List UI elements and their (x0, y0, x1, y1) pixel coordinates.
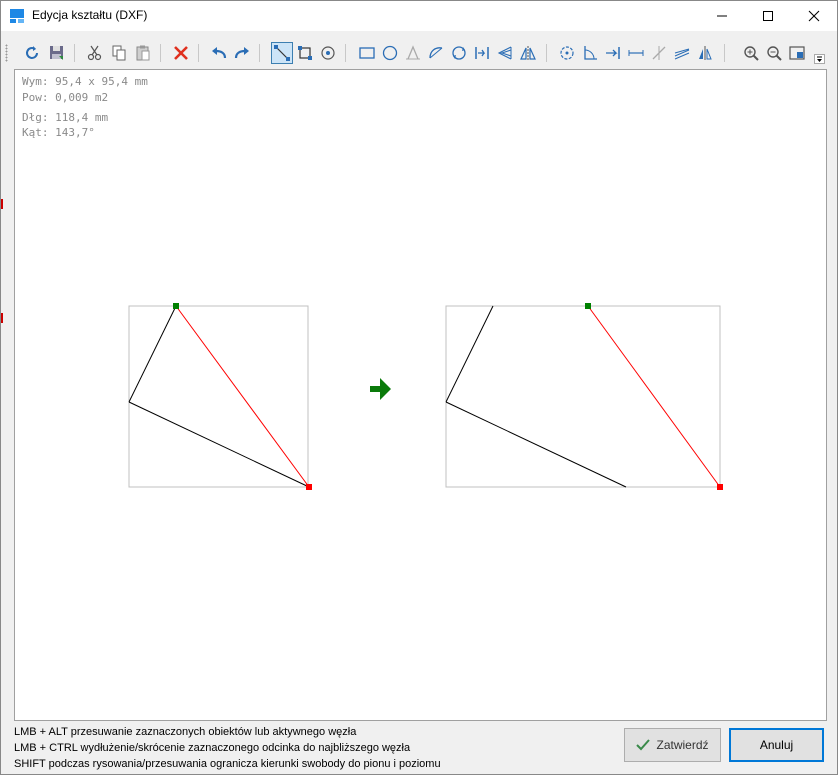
cancel-button-label: Anuluj (759, 738, 794, 752)
hatch-button[interactable] (671, 42, 693, 64)
hint-alt: LMB + ALT przesuwanie zaznaczonych obiek… (14, 726, 357, 738)
redo-arrow-icon (234, 47, 249, 59)
drawing-canvas[interactable]: Wym: 95,4 x 95,4 mm Pow: 0,009 m2 Dłg: 1… (14, 69, 827, 721)
redo-button[interactable] (231, 42, 253, 64)
delete-button[interactable] (170, 42, 192, 64)
window-title: Edycja kształtu (DXF) (32, 8, 148, 22)
rotate-button[interactable] (448, 42, 470, 64)
trim-icon (652, 46, 666, 60)
extend-icon (606, 47, 620, 59)
dialog-window: Edycja kształtu (DXF) Wym: 95,4 x 95,4 m… (0, 0, 838, 775)
mirror-axis-icon (699, 46, 712, 60)
edge-line[interactable] (128, 305, 177, 403)
zoom-fit-button[interactable] (786, 42, 808, 64)
fan-button[interactable] (494, 42, 516, 64)
select-box-icon (298, 46, 312, 60)
toolbar-overflow-icon[interactable] (814, 54, 825, 64)
shape-before (128, 303, 312, 490)
paste-icon (136, 45, 150, 61)
edge-line[interactable] (445, 401, 627, 488)
fan-icon (497, 46, 512, 60)
end-node[interactable] (306, 484, 312, 490)
zoom-select-icon (321, 46, 335, 60)
mirror-icon (520, 46, 536, 60)
rectangle-button[interactable] (356, 42, 378, 64)
extend-button[interactable] (602, 42, 624, 64)
drawing-svg (128, 303, 723, 490)
circle-button[interactable] (379, 42, 401, 64)
arc-button[interactable] (425, 42, 447, 64)
align-button[interactable] (471, 42, 493, 64)
minimize-button[interactable] (699, 1, 745, 31)
copy-button[interactable] (108, 42, 130, 64)
undo-button[interactable] (208, 42, 230, 64)
paste-button[interactable] (132, 42, 154, 64)
hatch-icon (674, 48, 690, 60)
start-node[interactable] (173, 303, 179, 309)
edge-marker (1, 313, 3, 323)
edge-line[interactable] (445, 305, 494, 403)
transform-arrow-icon (370, 378, 391, 400)
align-icon (475, 47, 489, 59)
chamfer-icon (406, 45, 420, 60)
mirror-axis-button[interactable] (694, 42, 716, 64)
toolbar (1, 39, 837, 67)
save-icon (50, 46, 63, 60)
start-node[interactable] (585, 303, 591, 309)
edge-line[interactable] (128, 401, 310, 488)
undo-all-button[interactable] (22, 42, 44, 64)
rotate-node-button[interactable] (556, 42, 578, 64)
maximize-button[interactable] (745, 1, 791, 31)
checkmark-icon (636, 739, 651, 751)
measure-button[interactable] (625, 42, 647, 64)
shape-after (445, 303, 723, 490)
cut-icon (87, 45, 102, 61)
hint-ctrl: LMB + CTRL wydłużenie/skrócenie zaznaczo… (14, 742, 411, 754)
close-icon (808, 10, 820, 22)
save-button[interactable] (46, 42, 68, 64)
selected-edge-line[interactable] (587, 305, 721, 488)
hint-shift: SHIFT podczas rysowania/przesuwania ogra… (14, 758, 441, 770)
undo-arrow-icon (212, 47, 227, 59)
end-node[interactable] (717, 484, 723, 490)
confirm-button[interactable]: Zatwierdź (624, 728, 721, 762)
zoom-in-button[interactable] (740, 42, 762, 64)
chamfer-button[interactable] (402, 42, 424, 64)
angle-button[interactable] (579, 42, 601, 64)
copy-icon (112, 45, 126, 61)
angle-icon (584, 46, 597, 60)
cut-button[interactable] (84, 42, 106, 64)
select-line-icon (274, 45, 290, 61)
selected-edge-line[interactable] (175, 305, 310, 488)
zoom-out-icon (767, 46, 782, 61)
confirm-button-label: Zatwierdź (656, 738, 709, 752)
mirror-button[interactable] (517, 42, 539, 64)
measure-icon (628, 50, 644, 56)
circle-icon (382, 45, 398, 61)
cancel-button[interactable]: Anuluj (729, 728, 824, 762)
edge-marker (1, 199, 3, 209)
select-box-button[interactable] (294, 42, 316, 64)
bounding-box-before (128, 305, 309, 488)
trim-button[interactable] (648, 42, 670, 64)
zoom-in-icon (744, 46, 759, 61)
rotate-icon (452, 46, 466, 60)
zoom-out-button[interactable] (763, 42, 785, 64)
close-button[interactable] (791, 1, 837, 31)
bounding-box-after (445, 305, 721, 488)
delete-icon (174, 46, 188, 60)
select-line-button[interactable] (271, 42, 293, 64)
toolbar-grip[interactable] (5, 44, 8, 62)
minimize-icon (717, 15, 727, 17)
app-icon (10, 9, 24, 23)
zoom-select-button[interactable] (317, 42, 339, 64)
arc-icon (429, 47, 443, 59)
zoom-fit-icon (789, 46, 805, 60)
rectangle-icon (359, 47, 375, 59)
undo-icon (26, 46, 38, 59)
rotate-node-icon (560, 46, 574, 60)
maximize-icon (763, 11, 773, 21)
title-bar: Edycja kształtu (DXF) (1, 1, 837, 31)
